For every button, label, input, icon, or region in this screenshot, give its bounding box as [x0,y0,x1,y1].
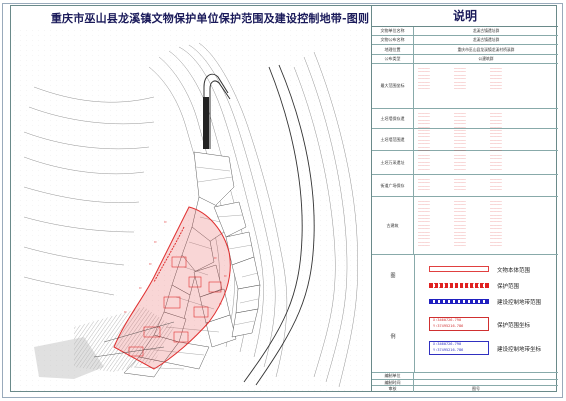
panel-heading: 说明 [372,5,558,27]
coord-tag-y: Y:37495216.786 [433,323,464,328]
coord-section-label: 古建筑 [372,197,414,254]
coord-section: 土坯万采遗址 ――――――― ――――――― ――――――― ――――――― ―… [372,151,558,175]
coord-column: ――――――― ――――――― ――――――― ――――――― ――――――― … [454,66,466,91]
info-value: 龙溪古镇遗址群 [472,37,500,42]
map-title: 重庆市巫山县龙溪镇文物保护单位保护范围及建设控制地带-图则 [50,12,370,25]
map-area[interactable]: . [14,27,365,391]
legend-label: 建设控制地带坐标 [497,347,542,353]
coord-section: 最大范围坐标 ――――――― ――――――― ――――――― ――――――― ―… [372,64,558,109]
drawing-number-label: 图号 [472,386,480,391]
legend-label: 文物本体范围 [497,268,531,274]
coord-list: ――――――― ――――――― ――――――― ――――――― ――――――― … [418,199,554,251]
info-row-published-name: 文物公布名称 龙溪古镇遗址群 [372,36,558,45]
legend-block: 图 例 文物本体范围 保护范围 建设控制地带范围 X:3460726.790 Y… [372,255,558,373]
legend-panel: 说明 文物单位名称 龙溪古镇遗址群 文物公布名称 龙溪古镇遗址群 地理位置 重庆… [371,5,558,392]
coord-list: ――――――― ――――――― ――――――― ――――――― ――――――― … [418,111,554,132]
svg-text:X:: X: [154,240,158,244]
svg-text:X:: X: [164,220,168,224]
coord-column: ――――――― ――――――― ――――――― ――――――― ――――――― [418,153,430,171]
topographic-map[interactable]: . [14,27,365,391]
coord-section: 土坯墙范围遗 ――――――― ――――――― ――――――― ――――――― ―… [372,129,558,152]
coord-column: ――――――― ――――――― ――――――― ――――――― ――――――― … [418,66,430,91]
info-row-location: 地理位置 重庆市巫山县龙溪镇龙溪村桥溪群 [372,45,558,55]
coord-column: ――――――― ――――――― ――――――― ――――――― ――――――― … [454,131,466,153]
info-row-type: 公布类型 公建筑群 [372,55,558,64]
coord-section-label: 街道广场保存 [372,175,414,196]
footer-label: 编制时间 [372,380,414,385]
svg-text:X:: X: [139,286,143,290]
info-label: 文物公布名称 [372,36,414,44]
info-label: 公布类型 [372,55,414,63]
footer-label: 编制单位 [372,373,414,379]
protection-coord-tag: X:3460726.790 Y:37495216.786 [429,317,489,331]
info-value: 重庆市巫山县龙溪镇龙溪村桥溪群 [457,46,515,52]
coord-column: ――――――― ――――――― ――――――― ――――――― [490,177,502,192]
coord-column: ――――――― ――――――― ――――――― ――――――― ――――――― … [490,131,502,153]
coord-tag-y: Y:37495216.786 [433,347,464,352]
control-coord-tag: X:3460726.790 Y:37495216.786 [429,341,489,355]
legend-label: 建设控制地带范围 [497,300,542,306]
info-value: 公建筑群 [478,56,494,61]
coord-column: ――――――― ――――――― ――――――― ――――――― ――――――― … [418,131,430,153]
road-segment-dark [203,97,209,149]
info-value: 龙溪古镇遗址群 [472,28,500,33]
svg-text:X:: X: [214,256,218,260]
svg-text:X:: X: [149,262,153,266]
coord-list: ――――――― ――――――― ――――――― ――――――― ――――――― … [418,131,554,152]
info-label: 文物单位名称 [372,27,414,35]
footer-row: 审核 图号 [372,386,558,392]
coord-column: ――――――― ――――――― ――――――― ――――――― [418,177,430,192]
coord-section-label: 土坯墙保存遗 [372,109,414,128]
coord-list: ――――――― ――――――― ――――――― ――――――― ――――――― … [418,153,554,171]
legend-heading: 图 [390,273,396,279]
coord-column: ――――――― ――――――― ――――――― ――――――― ――――――― … [490,199,502,248]
info-row-name: 文物单位名称 龙溪古镇遗址群 [372,27,558,36]
footer-label: 审核 [372,386,414,392]
coord-section-label: 土坯墙范围遗 [372,129,414,150]
coord-section-label: 土坯万采遗址 [372,151,414,174]
coord-section: 土坯墙保存遗 ――――――― ――――――― ――――――― ――――――― ―… [372,109,558,132]
protection-range-symbol [429,283,489,288]
coord-section-label: 最大范围坐标 [372,64,414,108]
svg-text:X:: X: [124,310,128,314]
legend-label: 保护范围 [497,284,520,290]
svg-text:X:: X: [219,302,223,306]
control-zone-symbol [429,299,489,304]
coord-column: ――――――― ――――――― ――――――― ――――――― [454,177,466,192]
legend-label: 保护范围坐标 [497,323,531,329]
coord-column: ――――――― ――――――― ――――――― ――――――― ――――――― [490,153,502,171]
coord-list: ――――――― ――――――― ――――――― ――――――― ――――――― … [418,177,554,193]
heritage-body-symbol [429,266,489,272]
svg-text:X:: X: [224,274,228,278]
coord-column: ――――――― ――――――― ――――――― ――――――― ――――――― … [454,199,466,248]
coord-column: ――――――― ――――――― ――――――― ――――――― ――――――― … [418,199,430,248]
coord-section: 街道广场保存 ――――――― ――――――― ――――――― ――――――― ―… [372,175,558,197]
coord-section: 古建筑 ――――――― ――――――― ――――――― ――――――― ――――… [372,197,558,255]
example-heading: 例 [390,334,396,340]
coord-column: ――――――― ――――――― ――――――― ――――――― ――――――― … [490,66,502,91]
coord-column: ――――――― ――――――― ――――――― ――――――― ――――――― [454,153,466,171]
info-label: 地理位置 [372,45,414,54]
coord-list: ――――――― ――――――― ――――――― ――――――― ――――――― … [418,66,554,105]
